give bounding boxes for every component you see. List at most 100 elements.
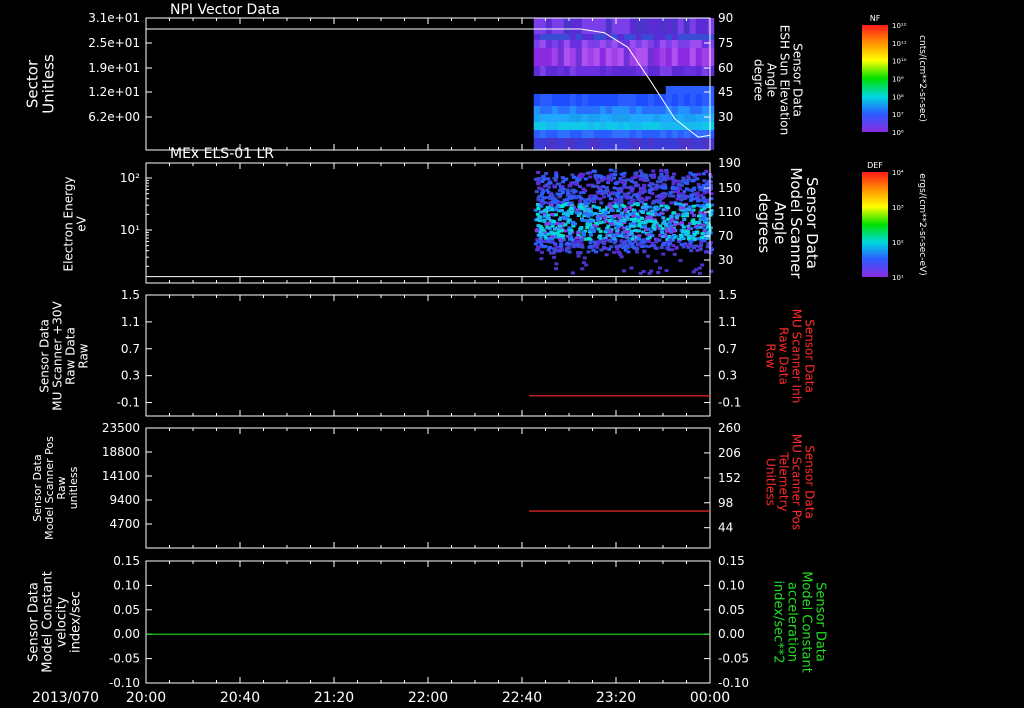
spectrogram-cell [541,228,546,232]
spectrogram-cell [674,246,679,250]
colorbar-def-tick: 10³ [892,204,904,212]
spectrogram-cell [583,177,588,181]
spectrogram-cell [569,66,577,76]
spectrogram-cell [697,266,702,270]
spectrogram-cell [650,242,655,245]
spectrogram-cell [691,197,696,201]
spectrogram-cell [677,66,685,76]
spectrogram-cell [613,197,618,201]
spectrogram-cell [653,206,657,210]
spectrogram-cell [694,244,699,248]
spectrogram-cell [575,40,583,48]
spectrogram-cell [575,76,583,94]
spectrogram-cell [607,234,612,237]
spectrogram-cell [599,106,607,114]
spectrogram-cell [587,237,592,241]
panel-frame-5 [145,560,711,684]
spectrogram-cell [569,94,577,106]
spectrogram-cell [574,211,579,215]
spectrogram-cell [642,225,647,229]
spectrogram-cell [598,209,603,213]
spectrogram-cell [616,225,621,229]
y-label-left-scannerpos: Sensor Data Model Scanner Pos Raw unitless [31,436,80,540]
spectrogram-cell [629,201,634,205]
y-label-left-mu30-line: Raw Data [64,327,78,385]
spectrogram-cell [605,106,613,114]
spectrogram-cell [696,221,701,225]
spectrogram-cell [683,40,691,48]
spectrogram-cell [605,122,613,130]
spectrogram-cell [591,248,596,252]
spectrogram-cell [654,183,659,187]
spectrogram-cell [665,138,673,150]
y-tick-label-left: 0.3 [121,369,140,383]
spectrogram-cell [631,214,636,218]
spectrogram-cell [659,106,667,114]
spectrogram-cell [533,66,541,76]
spectrogram-cell [681,237,686,241]
spectrogram-cell [543,235,548,238]
spectrogram-cell [626,250,631,254]
spectrogram-cell [554,205,559,209]
spectrogram-cell [629,266,634,270]
x-tick-label: 00:00 [690,690,730,706]
spectrogram-cell [630,245,635,248]
spectrogram-cell [625,196,630,200]
y-tick-label-right: 98 [718,496,733,510]
spectrogram-cell [557,66,565,76]
spectrogram-cell [605,48,613,66]
spectrogram-cell [533,40,541,48]
y-tick-label-left: 6.2e+00 [88,110,140,124]
spectrogram-cell [581,233,586,237]
spectrogram-cell [563,114,571,122]
spectrogram-cell [545,106,553,114]
spectrogram-cell [546,217,551,221]
spectrogram-cell [553,248,558,252]
spectrogram-cell [560,185,565,188]
spectrogram-cell [551,220,556,223]
spectrogram-cell [651,169,656,173]
y-tick-label-right: 90 [718,11,733,25]
spectrogram-cell [647,40,655,48]
spectrogram-cell [677,130,685,138]
panel-frame-4 [145,427,711,549]
spectrogram-cell [641,175,646,179]
spectrogram-cell [653,220,658,224]
spectrogram-cell [665,48,673,66]
spectrogram-cell [701,122,709,130]
spectrogram-cell [575,106,583,114]
spectrogram-cell [671,40,679,48]
spectrogram-cell [587,18,595,34]
spectrogram-cell [653,122,661,130]
spectrogram-cell [683,66,691,76]
spectrogram-cell [580,267,585,271]
spectrogram-cell [707,106,715,114]
spectrogram-cell [700,263,705,267]
y-label-right-els-line: degrees [755,193,773,254]
spectrogram-cell [593,66,601,76]
spectrogram-cell [639,197,644,200]
panel-title-els: MEx ELS-01 LR [170,146,274,162]
spectrogram-cell [635,202,640,206]
spectrogram-cell [562,198,567,202]
spectrogram-cell [581,114,589,122]
spectrogram-cell [677,48,685,66]
spectrogram-cell [576,236,580,239]
spectrogram-cell [635,212,640,216]
spectrogram-cell [551,114,559,122]
spectrogram-cell [665,86,673,94]
spectrogram-cell [695,122,703,130]
spectrogram-cell [657,199,662,203]
spectrogram-cell [586,197,591,201]
spectrogram-cell [623,114,631,122]
spectrogram-cell [695,48,703,66]
spectrogram-cell [622,185,627,189]
spectrogram-cell [708,231,713,235]
spectrogram-cell [676,194,681,198]
spectrogram-cell [617,94,625,106]
spectrogram-cell [539,114,547,122]
spectrogram-cell [575,94,583,106]
spectrogram-cell [653,66,661,76]
spectrogram-cell [635,94,643,106]
spectrogram-cell [605,94,613,106]
